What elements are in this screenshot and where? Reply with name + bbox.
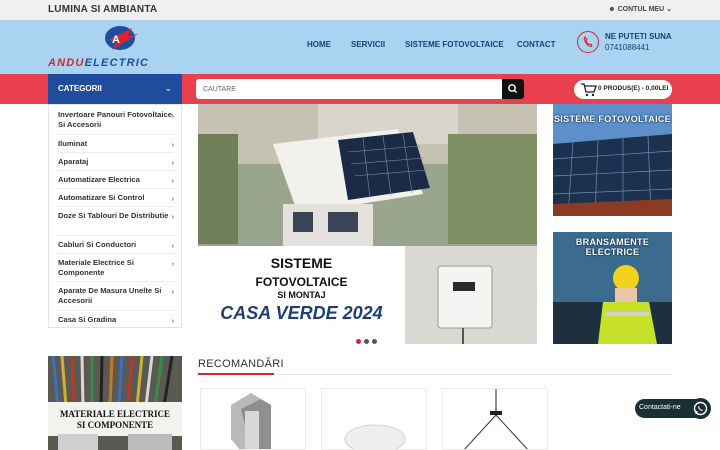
product-image	[344, 424, 406, 449]
product-image	[464, 389, 528, 449]
categories-heading: CATEGORII	[58, 84, 102, 93]
category-item[interactable]: Iluminat ›	[58, 139, 174, 149]
product-card[interactable]	[442, 388, 548, 450]
category-item[interactable]: Doze Si Tablouri De Distributie ›	[58, 211, 174, 221]
promo-title: BRANSAMENTE ELECTRICE	[575, 237, 650, 257]
chevron-down-icon: ⌄	[666, 6, 672, 13]
banner-title: MATERIALE ELECTRICE	[59, 409, 171, 419]
section-title: RECOMANDĂRI	[198, 358, 284, 370]
phone-label: NE PUTETI SUNA	[605, 32, 672, 41]
hero-headline: CASA VERDE 2024	[220, 303, 383, 323]
section-divider	[0, 344, 720, 356]
categories-toggle[interactable]: CATEGORII ⌄	[48, 74, 182, 104]
search-input[interactable]	[196, 79, 502, 99]
category-item[interactable]: Invertoare Panouri Fotovoltaice Si Acces…	[58, 110, 174, 130]
product-card[interactable]	[321, 388, 427, 450]
hero-tagline: SI MONTAJ	[277, 290, 326, 300]
product-image	[231, 393, 271, 449]
chevron-right-icon: ›	[171, 214, 174, 221]
svg-text:A: A	[112, 34, 120, 46]
promo-bransamente[interactable]: BRANSAMENTE ELECTRICE	[553, 232, 672, 344]
chevron-right-icon: ›	[171, 318, 174, 325]
divider	[58, 206, 174, 207]
phone-icon	[577, 31, 599, 53]
divider	[58, 235, 174, 236]
category-item[interactable]: Aparate De Masura Unelte Si Accesorii ›	[58, 286, 174, 306]
category-item[interactable]: Aparataj ›	[58, 157, 174, 167]
category-item[interactable]: Automatizare Electrica ›	[58, 175, 174, 185]
cart-summary: 0 PRODUS(E) - 0,00LEI	[598, 85, 669, 92]
tagline: LUMINA SI AMBIANTA	[48, 4, 158, 15]
promo-title: SISTEME FOTOVOLTAICE	[553, 114, 671, 124]
contact-label: Contactati-ne	[639, 404, 681, 411]
banner-subtitle: SI COMPONENTE	[76, 420, 154, 430]
contact-widget[interactable]: Contactati-ne	[635, 398, 711, 419]
chevron-right-icon: ›	[171, 261, 174, 268]
category-list: Invertoare Panouri Fotovoltaice Si Acces…	[48, 104, 182, 328]
divider	[58, 253, 174, 254]
nav-contact[interactable]: CONTACT	[517, 40, 556, 49]
materiale-banner[interactable]: MATERIALE ELECTRICE SI COMPONENTE	[48, 356, 182, 450]
promo-fotovoltaice[interactable]: SISTEME FOTOVOLTAICE	[553, 104, 672, 216]
chevron-right-icon: ›	[171, 160, 174, 167]
section-underline-accent	[198, 373, 274, 375]
category-item[interactable]: Casa Si Gradina ›	[58, 315, 174, 325]
cart-icon	[581, 83, 597, 97]
chevron-right-icon: ›	[171, 178, 174, 185]
divider	[58, 170, 174, 171]
chevron-down-icon: ⌄	[164, 83, 172, 93]
chevron-right-icon: ›	[171, 142, 174, 149]
hero-subtitle: FOTOVOLTAICE	[255, 275, 348, 289]
logo[interactable]: A ANDUELECTRIC	[48, 24, 193, 70]
chevron-right-icon: ›	[171, 289, 174, 296]
nav-home[interactable]: HOME	[307, 40, 331, 49]
user-icon: ☻	[608, 6, 616, 13]
nav-sisteme-fotovoltaice[interactable]: SISTEME FOTOVOLTAICE	[405, 40, 504, 49]
account-label: CONTUL MEU	[617, 6, 665, 13]
nav-servicii[interactable]: SERVICII	[351, 40, 385, 49]
account-menu[interactable]: ☻ CONTUL MEU ⌄	[608, 5, 672, 13]
hero-slider[interactable]: SISTEME FOTOVOLTAICE SI MONTAJ CASA VERD…	[198, 104, 537, 344]
search-button[interactable]	[502, 79, 524, 99]
chevron-right-icon: ›	[171, 243, 174, 250]
phone-number[interactable]: 0741088441	[605, 43, 650, 52]
chevron-right-icon: ›	[171, 196, 174, 203]
whatsapp-icon	[690, 398, 711, 419]
logo-text: ANDUELECTRIC	[48, 57, 150, 69]
top-bar: LUMINA SI AMBIANTA ☻ CONTUL MEU ⌄	[0, 0, 720, 20]
hero-title: SISTEME	[270, 255, 333, 271]
divider	[58, 281, 174, 282]
category-item[interactable]: Cabluri Si Conductori ›	[58, 240, 174, 250]
category-item[interactable]: Automatizare Si Control ›	[58, 193, 174, 203]
category-item[interactable]: Materiale Electrice Si Componente ›	[58, 258, 174, 278]
chevron-right-icon: ›	[171, 113, 174, 120]
cart-button[interactable]: 0 PRODUS(E) - 0,00LEI	[574, 80, 672, 99]
divider	[58, 188, 174, 189]
divider	[58, 310, 174, 311]
cables-image	[48, 356, 182, 450]
divider	[58, 152, 174, 153]
divider	[58, 134, 174, 135]
search-icon	[508, 84, 518, 94]
product-card[interactable]	[200, 388, 306, 450]
logo-mark-icon: A	[105, 26, 138, 50]
